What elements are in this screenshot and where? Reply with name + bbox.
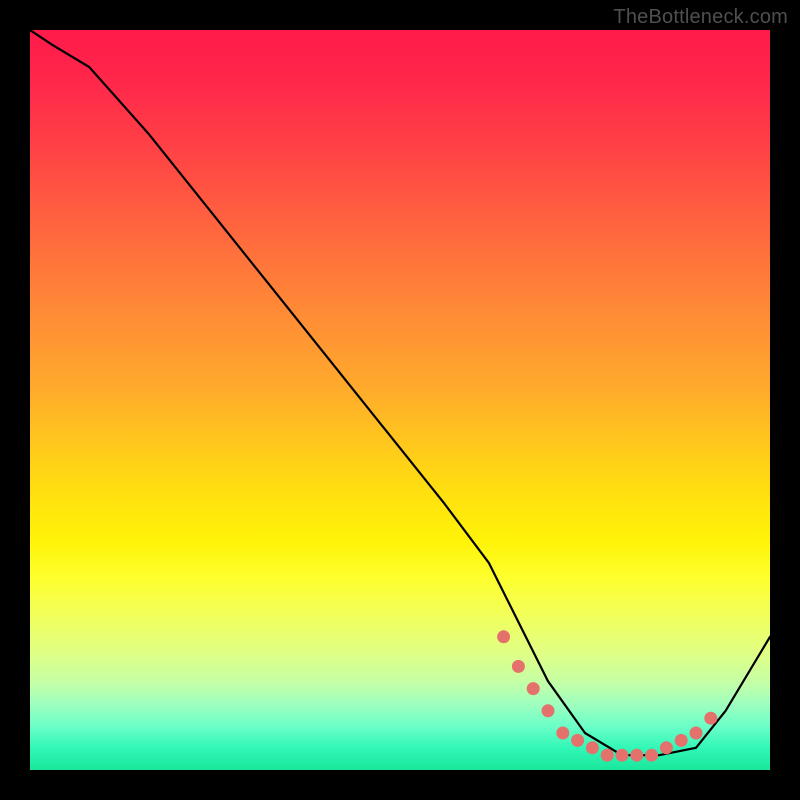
optimum-marker [660,741,673,754]
optimum-marker [675,734,688,747]
chart-frame: TheBottleneck.com [0,0,800,800]
optimum-marker [704,712,717,725]
optimum-marker [630,749,643,762]
optimum-marker [616,749,629,762]
optimum-marker [601,749,614,762]
bottleneck-curve [30,30,770,755]
optimum-marker [690,727,703,740]
optimum-band-markers [497,630,717,761]
optimum-marker [645,749,658,762]
optimum-marker [497,630,510,643]
optimum-marker [571,734,584,747]
plot-area [30,30,770,770]
curve-layer [30,30,770,770]
attribution-label: TheBottleneck.com [613,6,788,29]
optimum-marker [556,727,569,740]
optimum-marker [542,704,555,717]
optimum-marker [512,660,525,673]
optimum-marker [586,741,599,754]
optimum-marker [527,682,540,695]
